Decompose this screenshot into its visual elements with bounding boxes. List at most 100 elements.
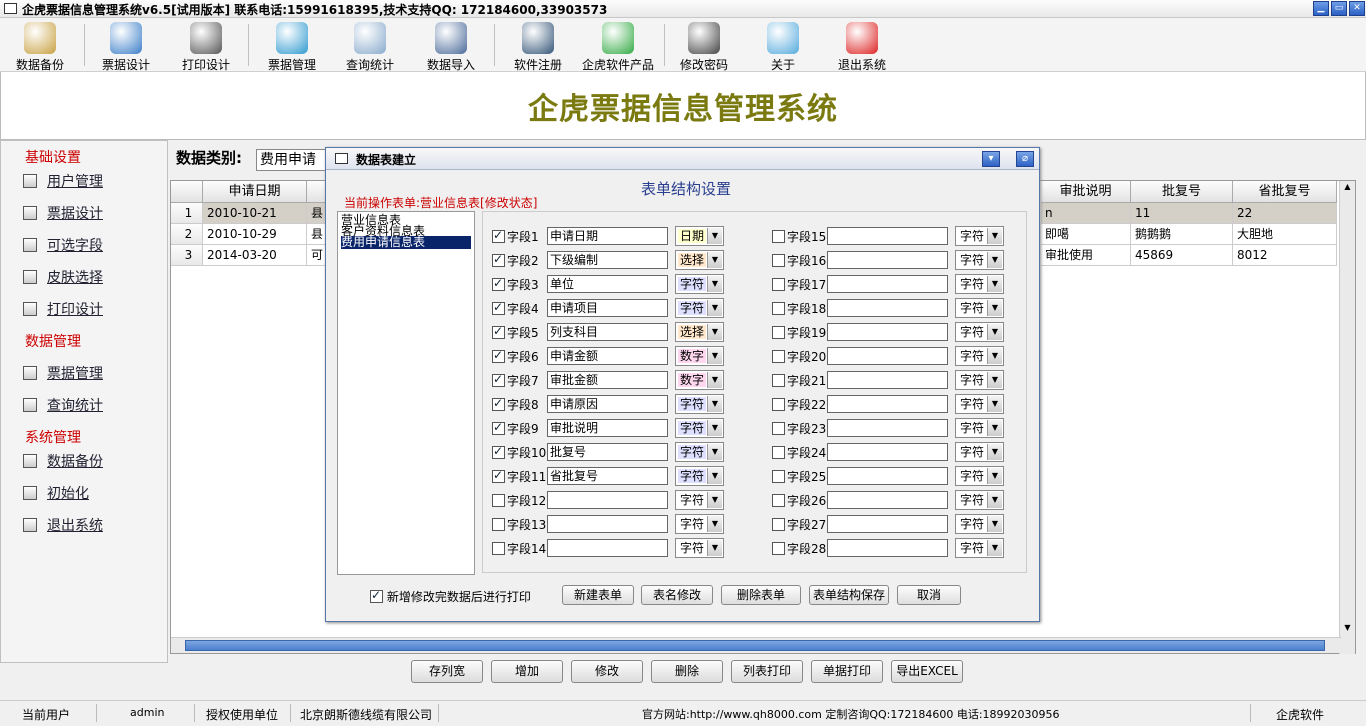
field-name-input[interactable]: 审批金额 [547,371,668,389]
table-cell[interactable]: 审批使用 [1041,245,1131,266]
scroll-up-icon[interactable]: ▲ [1341,182,1354,196]
chevron-down-icon[interactable]: ▼ [987,348,1002,364]
field-type-select[interactable]: 数字 ▼ [675,346,724,366]
field-type-select[interactable]: 字符 ▼ [675,514,724,534]
chevron-down-icon[interactable]: ▼ [707,372,722,388]
field-name-input[interactable] [827,251,948,269]
chevron-down-icon[interactable]: ▼ [987,228,1002,244]
chevron-down-icon[interactable]: ▼ [707,252,722,268]
column-header[interactable]: 批复号 [1131,181,1233,203]
action-button[interactable]: 导出EXCEL [891,660,963,683]
toolbar-button[interactable]: 软件注册 [508,20,568,72]
toolbar-button[interactable]: 数据导入 [420,20,482,72]
field-type-select[interactable]: 字符 ▼ [955,370,1004,390]
field-type-select[interactable]: 日期 ▼ [675,226,724,246]
table-cell[interactable]: 2014-03-20 [203,245,307,266]
field-enable-checkbox[interactable] [772,422,785,435]
chevron-down-icon[interactable]: ▼ [707,444,722,460]
minimize-button[interactable]: ▁ [1313,1,1329,16]
table-cell[interactable]: 2010-10-29 [203,224,307,245]
sidebar-item[interactable]: 票据管理 [23,363,103,383]
field-enable-checkbox[interactable] [492,228,505,243]
field-enable-checkbox[interactable] [492,372,505,387]
field-name-input[interactable] [827,515,948,533]
field-enable-checkbox[interactable] [772,374,785,387]
chevron-down-icon[interactable]: ▼ [987,468,1002,484]
grid-horizontal-scrollbar[interactable] [171,637,1341,653]
action-button[interactable]: 增加 [491,660,563,683]
field-enable-checkbox[interactable] [772,494,785,507]
field-enable-checkbox[interactable] [492,542,505,555]
sidebar-item[interactable]: 皮肤选择 [23,267,103,287]
table-cell[interactable]: 2010-10-21 [203,203,307,224]
field-type-select[interactable]: 字符 ▼ [955,298,1004,318]
sidebar-item[interactable]: 用户管理 [23,171,103,191]
field-name-input[interactable] [827,371,948,389]
dialog-minimize-button[interactable]: ▾ [982,151,1000,167]
field-enable-checkbox[interactable] [772,254,785,267]
field-name-input[interactable] [827,467,948,485]
action-button[interactable]: 存列宽 [411,660,483,683]
field-name-input[interactable] [827,443,948,461]
table-cell[interactable]: 鹅鹅鹅 [1131,224,1233,245]
chevron-down-icon[interactable]: ▼ [987,252,1002,268]
dialog-button[interactable]: 新建表单 [562,585,634,605]
field-type-select[interactable]: 数字 ▼ [675,370,724,390]
toolbar-button[interactable]: 关于 [760,20,806,72]
field-type-select[interactable]: 字符 ▼ [955,514,1004,534]
field-name-input[interactable] [827,347,948,365]
chevron-down-icon[interactable]: ▼ [987,276,1002,292]
table-cell[interactable]: 大胆地 [1233,224,1337,245]
field-name-input[interactable]: 申请项目 [547,299,668,317]
field-type-select[interactable]: 字符 ▼ [955,274,1004,294]
field-type-select[interactable]: 字符 ▼ [955,394,1004,414]
field-enable-checkbox[interactable] [492,468,505,483]
field-name-input[interactable]: 批复号 [547,443,668,461]
field-name-input[interactable] [827,395,948,413]
field-name-input[interactable] [547,539,668,557]
field-enable-checkbox[interactable] [492,276,505,291]
chevron-down-icon[interactable]: ▼ [987,492,1002,508]
field-enable-checkbox[interactable] [772,302,785,315]
field-type-select[interactable]: 字符 ▼ [675,466,724,486]
toolbar-button[interactable]: 查询统计 [340,20,400,72]
table-list[interactable]: 营业信息表 客户资料信息表 费用申请信息表 [337,211,475,575]
field-name-input[interactable] [827,539,948,557]
field-type-select[interactable]: 字符 ▼ [675,298,724,318]
field-type-select[interactable]: 字符 ▼ [955,346,1004,366]
field-name-input[interactable]: 申请日期 [547,227,668,245]
field-type-select[interactable]: 字符 ▼ [955,226,1004,246]
toolbar-button[interactable]: 企虎软件产品 [578,20,658,72]
field-enable-checkbox[interactable] [772,230,785,243]
table-cell[interactable]: 11 [1131,203,1233,224]
field-name-input[interactable] [827,275,948,293]
category-select[interactable]: 费用申请 [256,149,328,171]
field-type-select[interactable]: 字符 ▼ [675,394,724,414]
maximize-button[interactable]: ▭ [1331,1,1347,16]
field-name-input[interactable] [547,515,668,533]
chevron-down-icon[interactable]: ▼ [707,468,722,484]
chevron-down-icon[interactable]: ▼ [707,276,722,292]
field-type-select[interactable]: 字符 ▼ [955,466,1004,486]
action-button[interactable]: 列表打印 [731,660,803,683]
chevron-down-icon[interactable]: ▼ [707,348,722,364]
field-enable-checkbox[interactable] [772,446,785,459]
field-name-input[interactable] [827,227,948,245]
print-after-save-option[interactable]: 新增修改完数据后进行打印 [370,588,531,605]
row-number[interactable]: 2 [171,224,203,245]
dialog-button[interactable]: 表单结构保存 [809,585,889,605]
column-header[interactable]: 省批复号 [1233,181,1337,203]
scroll-thumb[interactable] [185,640,1325,651]
field-type-select[interactable]: 字符 ▼ [675,442,724,462]
toolbar-button[interactable]: 票据设计 [96,20,156,72]
chevron-down-icon[interactable]: ▼ [987,444,1002,460]
table-cell[interactable]: n [1041,203,1131,224]
chevron-down-icon[interactable]: ▼ [987,372,1002,388]
field-name-input[interactable]: 省批复号 [547,467,668,485]
sidebar-item[interactable]: 初始化 [23,483,89,503]
chevron-down-icon[interactable]: ▼ [987,540,1002,556]
chevron-down-icon[interactable]: ▼ [987,420,1002,436]
dialog-button[interactable]: 取消 [897,585,961,605]
chevron-down-icon[interactable]: ▼ [707,420,722,436]
close-button[interactable]: ✕ [1349,1,1365,16]
